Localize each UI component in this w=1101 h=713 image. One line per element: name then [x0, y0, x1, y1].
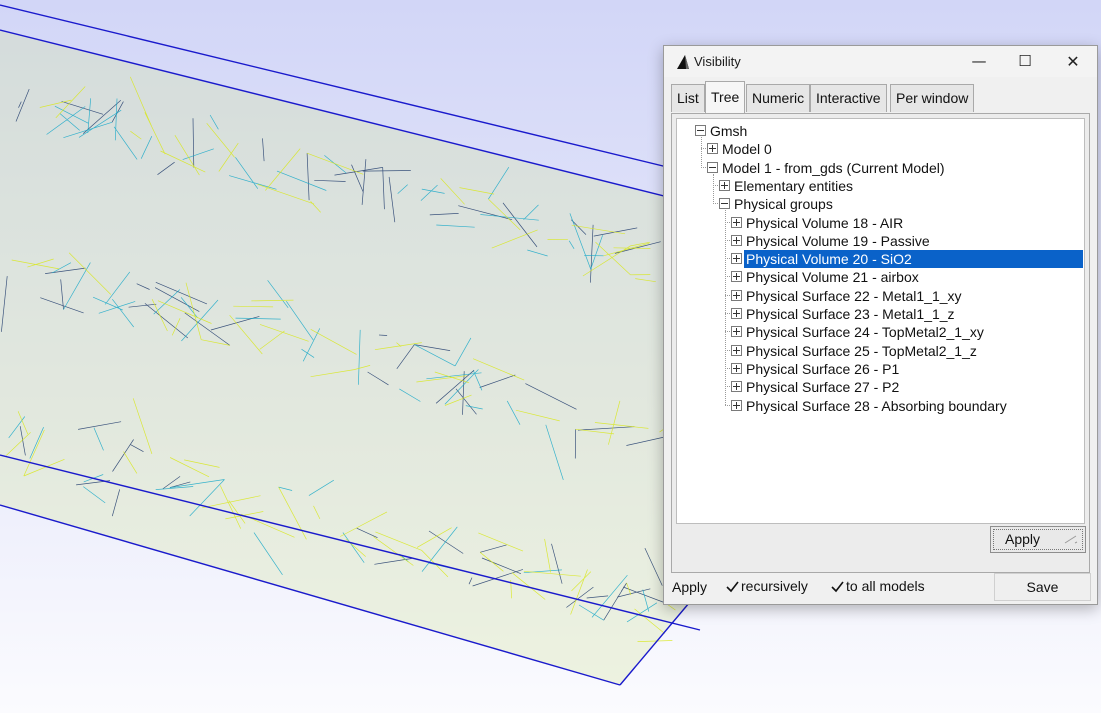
tab-tree[interactable]: Tree	[705, 81, 746, 113]
apply-label: Apply	[672, 579, 708, 595]
tree-node-label: Physical groups	[734, 196, 833, 213]
expand-icon[interactable]	[731, 344, 742, 356]
expand-icon[interactable]	[731, 253, 742, 265]
check-icon	[831, 581, 844, 593]
tree-node[interactable]: Physical Volume 18 - AIR	[677, 214, 1084, 232]
check-icon	[726, 581, 739, 593]
resize-grip-icon	[1064, 535, 1078, 544]
gmsh-logo-icon	[677, 55, 689, 69]
minimize-icon[interactable]: —	[956, 46, 1002, 77]
tree-node[interactable]: Physical Volume 20 - SiO2	[677, 250, 1084, 269]
tree-panel: Gmsh Model 0 Model 1 - from_gds (Current M…	[671, 113, 1090, 573]
tree-node[interactable]: Gmsh	[677, 122, 1084, 140]
collapse-icon[interactable]	[719, 198, 730, 210]
tree-node[interactable]: Physical Surface 26 - P1	[677, 360, 1084, 378]
collapse-icon[interactable]	[695, 125, 706, 136]
tree-node-label: Physical Surface 22 - Metal1_1_xy	[746, 287, 962, 304]
tree-node-label: Physical Surface 23 - Metal1_1_z	[746, 306, 955, 322]
tree-node[interactable]: Physical Surface 28 - Absorbing boundary	[677, 397, 1084, 415]
tree-node-label: Physical Volume 20 - SiO2	[744, 250, 1083, 269]
tree-node[interactable]: Model 0	[677, 140, 1084, 158]
maximize-icon[interactable]: ☐	[1002, 46, 1048, 77]
recursively-checkbox[interactable]	[726, 581, 739, 593]
title-bar[interactable]: Visibility — ☐ ✕	[664, 46, 1097, 77]
recursively-label[interactable]: recursively	[741, 578, 808, 594]
window-title: Visibility	[694, 54, 741, 69]
tree-node[interactable]: Physical Surface 22 - Metal1_1_xy	[677, 287, 1084, 305]
to-all-models-checkbox[interactable]	[831, 581, 844, 593]
tree-node[interactable]: Physical Volume 19 - Passive	[677, 232, 1084, 250]
tree-connector	[701, 137, 702, 168]
tree-node-label: Model 1 - from_gds (Current Model)	[722, 159, 945, 176]
tree-node-label: Physical Volume 21 - airbox	[746, 269, 919, 286]
tree-node-label: Physical Surface 26 - P1	[746, 360, 900, 377]
bottom-bar: Apply recursively to all models Save	[664, 573, 1097, 604]
entity-tree[interactable]: Gmsh Model 0 Model 1 - from_gds (Current M…	[676, 118, 1085, 524]
expand-icon[interactable]	[731, 289, 742, 301]
tree-node-label: Physical Volume 19 - Passive	[746, 232, 930, 249]
apply-tree-button[interactable]: Apply	[990, 526, 1086, 553]
tree-node-label: Physical Surface 28 - Absorbing boundary	[746, 397, 1007, 414]
tree-node-label: Model 0	[722, 141, 772, 158]
tree-connector	[713, 173, 714, 205]
collapse-icon[interactable]	[707, 161, 718, 173]
tab-per-window[interactable]: Per window	[890, 84, 975, 112]
tree-node[interactable]: Physical Surface 24 - TopMetal2_1_xy	[677, 323, 1084, 341]
tree-node-label: Physical Volume 18 - AIR	[746, 214, 904, 231]
tree-node-label: Physical Surface 27 - P2	[746, 379, 900, 396]
to-all-models-label[interactable]: to all models	[846, 578, 925, 594]
expand-icon[interactable]	[731, 216, 742, 228]
expand-icon[interactable]	[731, 308, 742, 319]
expand-icon[interactable]	[707, 143, 718, 155]
expand-icon[interactable]	[731, 399, 742, 411]
expand-icon[interactable]	[719, 179, 730, 191]
tree-node[interactable]: Physical groups	[677, 195, 1084, 213]
mesh-body	[0, 30, 700, 685]
tree-node-label: Physical Surface 24 - TopMetal2_1_xy	[746, 324, 984, 341]
tree-node-label: Gmsh	[710, 123, 748, 139]
close-icon[interactable]: ✕	[1050, 46, 1096, 77]
tree-node[interactable]: Physical Volume 21 - airbox	[677, 268, 1084, 286]
expand-icon[interactable]	[731, 381, 742, 393]
tab-interactive[interactable]: Interactive	[810, 84, 887, 112]
save-button[interactable]: Save	[994, 573, 1091, 601]
expand-icon[interactable]	[731, 271, 742, 283]
visibility-window: Visibility — ☐ ✕ List Tree Numeric Inter…	[663, 45, 1098, 605]
tree-node[interactable]: Elementary entities	[677, 177, 1084, 195]
tree-node[interactable]: Model 1 - from_gds (Current Model)	[677, 159, 1084, 177]
tab-numeric[interactable]: Numeric	[746, 84, 811, 112]
tree-node[interactable]: Physical Surface 25 - TopMetal2_1_z	[677, 342, 1084, 360]
tab-list[interactable]: List	[671, 84, 705, 112]
tree-node[interactable]: Physical Surface 27 - P2	[677, 378, 1084, 396]
expand-icon[interactable]	[731, 326, 742, 338]
expand-icon[interactable]	[731, 234, 742, 246]
tree-node[interactable]: Physical Surface 23 - Metal1_1_z	[677, 305, 1084, 323]
tree-connector	[725, 210, 726, 406]
expand-icon[interactable]	[731, 362, 742, 374]
tree-node-label: Elementary entities	[734, 177, 854, 194]
tree-node-label: Physical Surface 25 - TopMetal2_1_z	[746, 342, 977, 359]
